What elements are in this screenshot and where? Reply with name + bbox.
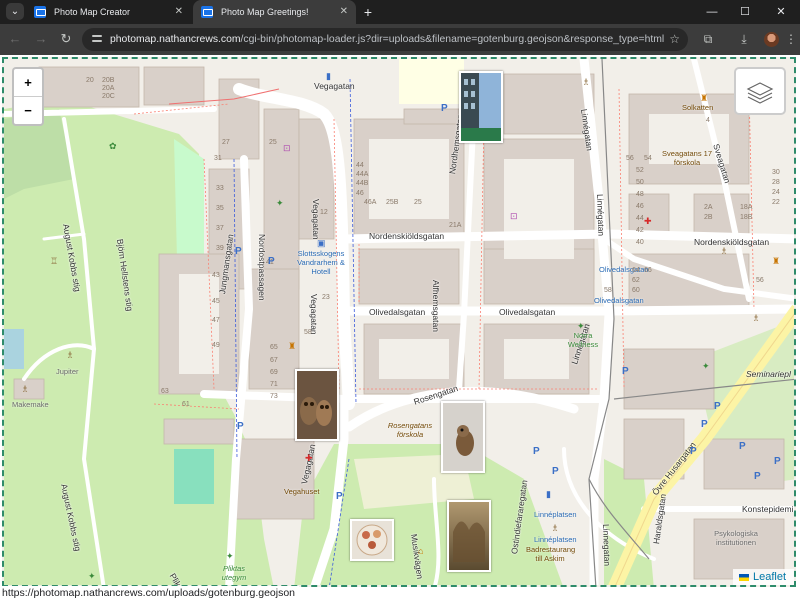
parking-icon: P	[739, 441, 746, 452]
close-icon[interactable]: ✕	[340, 0, 348, 24]
monument-icon: ♗	[752, 313, 760, 323]
museum-icon: ⌂	[418, 546, 423, 556]
url-path: /cgi-bin/photomap-loader.js?dir=uploads&…	[240, 34, 665, 45]
education-icon: ♜	[772, 256, 780, 266]
attribution: Leaflet	[732, 569, 794, 585]
leaflet-link[interactable]: Leaflet	[753, 571, 786, 583]
favicon-icon	[34, 6, 46, 18]
photo-marker-building[interactable]	[459, 71, 503, 143]
url-text[interactable]: photomap.nathancrews.com/cgi-bin/photoma…	[110, 28, 664, 51]
minimize-icon[interactable]: —	[695, 0, 729, 24]
parking-icon: P	[237, 421, 244, 432]
ukraine-flag-icon	[738, 573, 749, 581]
map-poi-icons: P P P P P P P P P P P P P P ♜ ♜ ⌂ ♜ ✚ ✚ …	[21, 71, 781, 581]
photo-owl-figurines-icon	[300, 397, 332, 426]
shop-icon: ⊡	[283, 143, 291, 153]
parking-icon: P	[268, 256, 275, 267]
layers-control[interactable]	[734, 67, 786, 115]
avatar[interactable]	[764, 32, 779, 47]
parking-icon: P	[701, 419, 708, 430]
status-bar-url: https://photomap.nathancrews.com/uploads…	[0, 586, 300, 600]
tab-title: Photo Map Greetings!	[221, 7, 309, 17]
address-bar[interactable]: photomap.nathancrews.com/cgi-bin/photoma…	[82, 28, 688, 51]
education-icon: ♜	[700, 93, 708, 103]
parking-icon: P	[690, 446, 697, 457]
sports-icon: ✦	[226, 551, 234, 561]
monument-icon: ♗	[21, 384, 29, 394]
reload-icon[interactable]: ↻	[55, 28, 77, 50]
maximize-icon[interactable]: ☐	[728, 0, 762, 24]
parking-icon: P	[336, 491, 343, 502]
url-host: photomap.nathancrews.com	[110, 34, 241, 45]
shop-icon: ⊡	[510, 211, 518, 221]
tram-stop-icon: ▮	[326, 71, 331, 81]
map[interactable]: Nordenskiöldsgatan Nordenskiöldsgatan Ol…	[2, 57, 796, 587]
parking-icon: P	[714, 401, 721, 412]
tab-photo-map-greetings[interactable]: Photo Map Greetings! ✕	[193, 0, 356, 24]
puzzle-icon[interactable]: ⧉	[697, 28, 719, 50]
kebab-menu-icon[interactable]: ⋮	[780, 28, 800, 50]
education-icon: ♜	[288, 341, 296, 351]
monument-icon: ♗	[582, 77, 590, 87]
sports-icon: ✦	[276, 198, 284, 208]
hospital-icon: ✚	[305, 453, 313, 463]
zoom-in-button[interactable]: +	[14, 69, 42, 96]
chevron-down-icon[interactable]: ⌄	[6, 3, 24, 20]
photo-marker-owl-figurines[interactable]	[295, 369, 339, 441]
monument-icon: ♖	[50, 256, 58, 266]
zoom-control: + −	[12, 67, 44, 126]
photo-marker-owl[interactable]	[441, 401, 485, 473]
photo-marker-museum-display[interactable]	[447, 500, 491, 572]
playground-icon: ✿	[109, 141, 117, 151]
sports-icon: ✦	[88, 571, 96, 581]
parking-icon: P	[552, 466, 559, 477]
favicon-icon	[201, 6, 213, 18]
monument-icon: ♗	[720, 246, 728, 256]
sports-icon: ✦	[702, 361, 710, 371]
tab-title: Photo Map Creator	[54, 7, 131, 17]
tab-photo-map-creator[interactable]: Photo Map Creator ✕	[26, 0, 191, 24]
photo-ceramic-dish-icon	[356, 524, 388, 556]
download-icon[interactable]: ⤓	[733, 28, 755, 50]
close-icon[interactable]: ✕	[175, 0, 183, 24]
new-tab-plus-icon[interactable]: +	[360, 2, 376, 22]
window-close-icon[interactable]: ✕	[764, 0, 798, 24]
hospital-icon: ✚	[644, 216, 652, 226]
photo-owl-icon	[456, 425, 474, 456]
hotel-icon: ▣	[317, 238, 326, 248]
photo-museum-display-icon	[453, 521, 485, 562]
parking-icon: P	[235, 246, 242, 257]
tab-strip: ⌄ Photo Map Creator ✕ Photo Map Greeting…	[0, 0, 800, 24]
page: Nordenskiöldsgatan Nordenskiöldsgatan Ol…	[0, 55, 800, 600]
tram-stop-icon: ▮	[546, 489, 551, 499]
parking-icon: P	[774, 456, 781, 467]
zoom-out-button[interactable]: −	[14, 96, 42, 123]
photo-building-icon	[461, 73, 501, 141]
tune-icon[interactable]	[90, 32, 104, 46]
photo-marker-ceramic-dish[interactable]	[350, 519, 394, 561]
parking-icon: P	[441, 103, 448, 114]
parking-icon: P	[533, 446, 540, 457]
browser-toolbar: ← → ↻ photomap.nathancrews.com/cgi-bin/p…	[0, 24, 800, 55]
parking-icon: P	[622, 366, 629, 377]
monument-icon: ♗	[551, 523, 559, 533]
parking-icon: P	[754, 471, 761, 482]
back-arrow-icon[interactable]: ←	[4, 28, 26, 50]
star-icon[interactable]: ☆	[669, 28, 680, 51]
sports-icon: ✦	[577, 321, 585, 331]
layers-icon	[746, 82, 774, 104]
monument-icon: ♗	[66, 350, 74, 360]
forward-arrow-icon[interactable]: →	[30, 28, 52, 50]
